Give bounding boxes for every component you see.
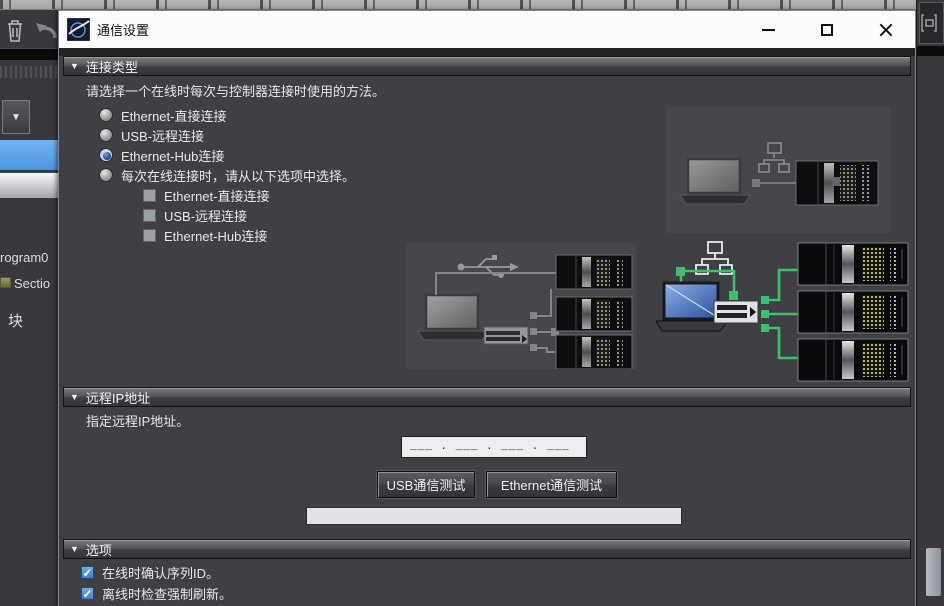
tree-item-label: 块 (8, 313, 23, 330)
menubar-clipped-strip (0, 0, 916, 10)
section-header-connection-type[interactable]: ▼ 连接类型 (63, 56, 911, 76)
trash-icon[interactable] (4, 16, 26, 44)
sidebar-item-program0[interactable]: rogram0 (0, 250, 48, 265)
sidebar-item-function-blocks[interactable]: 块 (8, 310, 23, 331)
selection-bracket-icon (920, 3, 942, 43)
checkbox-box[interactable] (143, 189, 156, 202)
panel-divider-bar (917, 46, 944, 56)
radio-circle[interactable] (99, 108, 113, 122)
checkbox-label: USB-远程连接 (164, 206, 247, 225)
usb-icon (458, 255, 520, 278)
section-header-options[interactable]: ▼ 选项 (63, 539, 911, 559)
radio-usb-remote[interactable]: USB-远程连接 (99, 126, 204, 144)
checkbox-ethernet-hub[interactable]: Ethernet-Hub连接 (143, 226, 267, 244)
ethernet-test-button[interactable]: Ethernet通信测试 (486, 471, 617, 498)
connection-instruction: 请选择一个在线时每次与控制器连接时使用的方法。 (86, 81, 385, 100)
checkbox-label: 在线时确认序列ID。 (102, 563, 219, 582)
checkbox-check-forced-refresh[interactable]: ✓ 离线时检查强制刷新。 (81, 584, 232, 602)
radio-label: Ethernet-Hub连接 (121, 146, 224, 165)
titlebar-separator (59, 48, 915, 56)
section-title: 远程IP地址 (86, 388, 150, 407)
minimize-button[interactable] (753, 11, 783, 48)
sysmac-app-icon (67, 18, 90, 41)
usb-test-button[interactable]: USB通信测试 (377, 471, 475, 498)
chevron-down-icon: ▼ (11, 112, 21, 123)
radio-circle-selected[interactable] (99, 148, 113, 162)
collapse-triangle-icon: ▼ (70, 544, 79, 554)
checkbox-box[interactable] (143, 229, 156, 242)
test-progress-bar (306, 507, 682, 525)
section-icon (0, 277, 11, 288)
collapse-triangle-icon: ▼ (70, 61, 79, 71)
remote-ip-instruction: 指定远程IP地址。 (86, 411, 189, 430)
switch-icon (714, 301, 758, 323)
radio-select-each-time[interactable]: 每次在线连接时，请从以下选项中选择。 (99, 166, 355, 184)
checkbox-box-checked[interactable]: ✓ (81, 566, 94, 579)
radio-circle[interactable] (99, 128, 113, 142)
collapse-triangle-icon: ▼ (70, 392, 79, 402)
undo-icon[interactable] (34, 16, 58, 44)
section-header-remote-ip[interactable]: ▼ 远程IP地址 (63, 387, 911, 407)
toolbar-button-clipped[interactable] (919, 2, 944, 44)
checkbox-label: Ethernet-直接连接 (164, 186, 269, 205)
section-title: 选项 (86, 540, 112, 559)
close-button[interactable] (871, 11, 901, 48)
dialog-title: 通信设置 (97, 11, 149, 48)
panel-divider-bar (0, 48, 58, 60)
network-tree-icon (696, 242, 732, 274)
checkbox-confirm-serial-id[interactable]: ✓ 在线时确认序列ID。 (81, 563, 219, 581)
section-title: 连接类型 (86, 57, 138, 76)
hub-icon (484, 327, 528, 344)
remote-ip-input[interactable] (401, 436, 587, 458)
selected-row-highlight[interactable] (0, 140, 58, 170)
sidebar-item-section0[interactable]: Sectio (0, 276, 50, 291)
dotted-texture-band (0, 66, 58, 78)
checkbox-box-checked[interactable]: ✓ (81, 587, 94, 600)
radio-label: 每次在线连接时，请从以下选项中选择。 (121, 166, 355, 185)
minimize-icon (762, 29, 775, 31)
close-icon (878, 22, 894, 38)
ethernet-direct-diagram (666, 107, 891, 233)
maximize-button[interactable] (812, 11, 842, 48)
radio-ethernet-direct[interactable]: Ethernet-直接连接 (99, 106, 226, 124)
checkbox-ethernet-direct[interactable]: Ethernet-直接连接 (143, 186, 269, 204)
radio-circle[interactable] (99, 168, 113, 182)
ide-right-panel (916, 0, 944, 606)
checkbox-label: Ethernet-Hub连接 (164, 226, 267, 245)
checkbox-box[interactable] (143, 209, 156, 222)
radio-ethernet-hub[interactable]: Ethernet-Hub连接 (99, 146, 224, 164)
usb-remote-diagram (406, 243, 636, 369)
ethernet-hub-active-diagram (656, 239, 911, 385)
toolbar-row-clipped (0, 172, 58, 198)
maximize-icon (821, 24, 833, 36)
dialog-titlebar[interactable]: 通信设置 (59, 11, 915, 48)
radio-label: Ethernet-直接连接 (121, 106, 226, 125)
tree-item-label: rogram0 (0, 250, 48, 265)
tree-item-label: Sectio (14, 276, 50, 291)
checkbox-usb-remote[interactable]: USB-远程连接 (143, 206, 247, 224)
ide-left-panel: ▼ rogram0 Sectio 块 (0, 10, 58, 606)
radio-label: USB-远程连接 (121, 126, 204, 145)
scrollbar-thumb[interactable] (926, 548, 941, 596)
checkbox-label: 离线时检查强制刷新。 (102, 584, 232, 603)
communication-settings-dialog: 通信设置 ▼ 连接类型 请选择一个在线时每次与控制器连接时使用的方法。 Ethe… (58, 10, 916, 606)
variable-dropdown-button[interactable]: ▼ (2, 100, 30, 134)
